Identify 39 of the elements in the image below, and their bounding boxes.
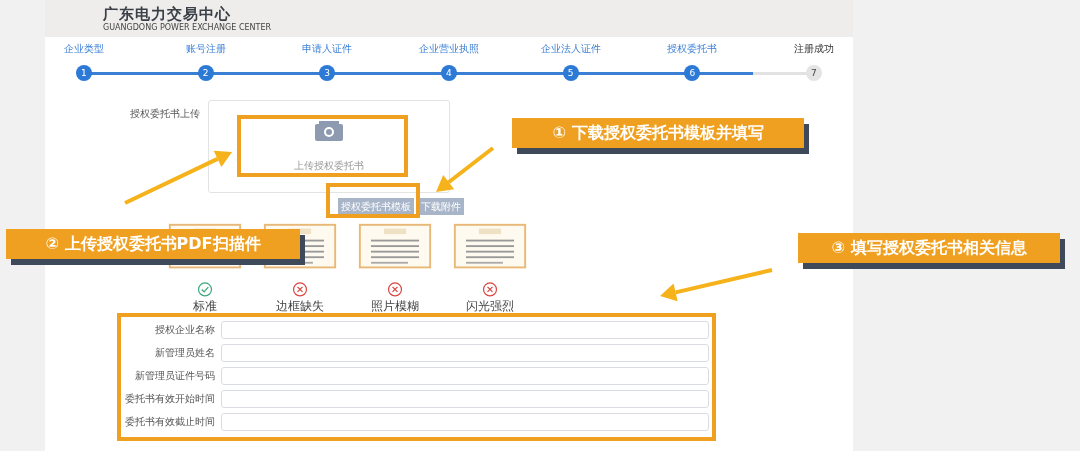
error-icon xyxy=(292,282,308,297)
logo-title: 广东电力交易中心 xyxy=(103,5,232,23)
step-number: 7 xyxy=(805,65,822,81)
step-label: 账号注册 xyxy=(185,43,226,55)
example-label: 标准 xyxy=(193,299,217,313)
field-label: 委托书有效开始时间 xyxy=(124,392,215,406)
step-label: 企业营业执照 xyxy=(418,43,479,55)
logo-subtitle: GUANGDONG POWER EXCHANGE CENTER xyxy=(103,22,272,32)
step-label: 企业法人证件 xyxy=(540,43,601,55)
step-label: 注册成功 xyxy=(793,43,834,55)
download-button[interactable]: 下载附件 xyxy=(418,198,464,215)
input-field[interactable] xyxy=(221,413,709,431)
upload-label: 授权委托书上传 xyxy=(129,107,200,121)
step-number: 2 xyxy=(197,65,214,81)
step-number: 5 xyxy=(562,65,579,81)
field-label: 新管理员证件号码 xyxy=(134,369,215,383)
input-field[interactable] xyxy=(221,367,709,385)
input-field[interactable] xyxy=(221,321,709,339)
check-icon xyxy=(197,282,213,297)
step-number: 6 xyxy=(684,65,701,81)
camera-icon xyxy=(315,121,343,141)
step-label: 企业类型 xyxy=(63,43,104,55)
step-number: 1 xyxy=(75,65,92,81)
error-icon xyxy=(387,282,403,297)
step-number: 4 xyxy=(440,65,457,81)
example-label: 边框缺失 xyxy=(276,299,324,313)
field-label: 委托书有效截止时间 xyxy=(124,415,215,429)
example-label: 闪光强烈 xyxy=(466,299,514,313)
field-label: 新管理员姓名 xyxy=(154,346,215,360)
example-label: 照片模糊 xyxy=(371,299,419,313)
input-field[interactable] xyxy=(221,390,709,408)
error-icon xyxy=(482,282,498,297)
step-label: 授权委托书 xyxy=(667,43,718,55)
field-label: 授权企业名称 xyxy=(154,323,215,337)
step-label: 申请人证件 xyxy=(302,43,353,55)
input-field[interactable] xyxy=(221,344,709,362)
step-number: 3 xyxy=(319,65,336,81)
upload-text: 上传授权委托书 xyxy=(294,159,364,173)
arrow xyxy=(436,146,495,192)
